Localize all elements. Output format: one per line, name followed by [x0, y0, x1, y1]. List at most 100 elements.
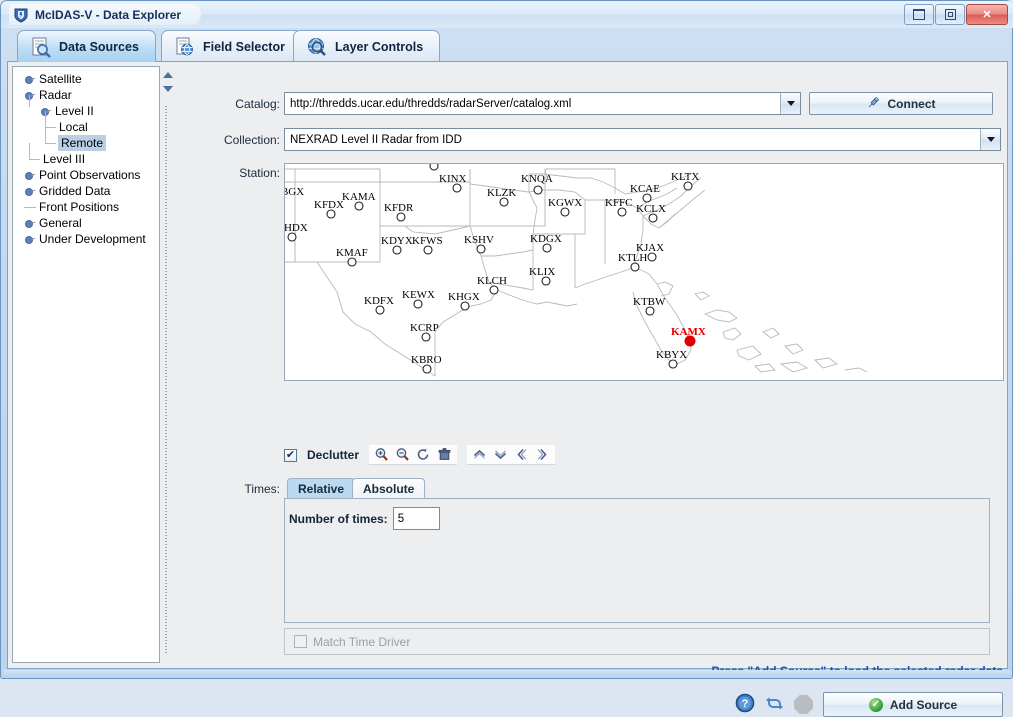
relative-times-body: Number of times: 5 — [284, 498, 990, 623]
station-label[interactable]: KCAE — [630, 183, 660, 195]
catalog-value[interactable]: http://thredds.ucar.edu/thredds/radarSer… — [285, 98, 780, 110]
zoom-out-icon[interactable] — [393, 446, 412, 464]
pan-down-icon[interactable] — [491, 446, 510, 464]
sidebar-item-level-iii[interactable]: Level III — [13, 143, 159, 167]
sidebar-item-remote[interactable]: Remote — [13, 127, 159, 151]
tab-data-sources[interactable]: Data Sources — [17, 30, 156, 62]
collection-value: NEXRAD Level II Radar from IDD — [290, 133, 462, 146]
station-label[interactable]: KBYX — [656, 349, 687, 361]
chevron-down-icon[interactable] — [980, 129, 1000, 150]
station-label[interactable]: KVNX — [416, 164, 448, 165]
minimize-button[interactable] — [904, 4, 934, 25]
station-label[interactable]: KDGX — [530, 233, 562, 245]
station-label[interactable]: KINX — [439, 173, 467, 185]
reset-zoom-icon[interactable] — [414, 446, 433, 464]
maximize-button[interactable] — [935, 4, 965, 25]
station-label[interactable]: KHDX — [285, 222, 308, 234]
sidebar-item-label: Under Development — [39, 232, 146, 246]
times-panel: Relative Absolute Number of times: 5 — [284, 478, 990, 623]
tree-line — [29, 95, 30, 107]
help-question-icon[interactable]: ? — [735, 693, 755, 716]
trash-icon[interactable] — [435, 446, 454, 464]
expand-toggle-icon[interactable] — [25, 218, 35, 228]
map-pan-toolbar — [467, 445, 556, 465]
pan-up-icon[interactable] — [470, 446, 489, 464]
sidebar-item-point-observations[interactable]: Point Observations — [13, 167, 159, 183]
station-label[interactable]: KLCH — [477, 275, 507, 287]
tree-line — [29, 159, 40, 160]
footer-actions: ? ✓ Add Source — [735, 692, 1003, 717]
station-label[interactable]: KBRO — [411, 354, 442, 366]
connect-button[interactable]: Connect — [809, 92, 993, 115]
station-label[interactable]: KLTX — [671, 171, 699, 183]
collection-combobox[interactable]: NEXRAD Level II Radar from IDD — [284, 128, 1001, 151]
pan-right-icon[interactable] — [533, 446, 552, 464]
declutter-checkbox[interactable]: ✔ — [284, 448, 297, 462]
refresh-icon[interactable] — [765, 694, 784, 716]
sidebar-item-general[interactable]: General — [13, 215, 159, 231]
split-pane-divider[interactable] — [162, 66, 173, 663]
station-label[interactable]: KMAF — [336, 247, 368, 259]
tree-line — [45, 127, 56, 128]
zoom-in-icon[interactable] — [372, 446, 391, 464]
sidebar-item-label: Radar — [39, 88, 72, 102]
sidebar-item-local[interactable]: Local — [13, 111, 159, 135]
map-canvas[interactable]: KVNX KINX KNQA KLZK KGWX KFFC KLTX KCAE KCLX KBGX… — [285, 164, 1003, 380]
sidebar-item-level-ii[interactable]: Level II — [13, 95, 159, 119]
station-label[interactable]: KAMA — [342, 191, 376, 203]
station-label[interactable]: KDFX — [364, 295, 394, 307]
number-of-times-input[interactable]: 5 — [392, 507, 440, 530]
match-time-driver-checkbox[interactable] — [294, 635, 307, 648]
expand-toggle-icon[interactable] — [25, 170, 35, 180]
mcidasv-logo-icon — [13, 7, 29, 23]
window-status-bar — [3, 670, 1010, 676]
sidebar-item-gridded-data[interactable]: Gridded Data — [13, 183, 159, 199]
station-label[interactable]: KDYX — [381, 235, 413, 247]
tab-label: Data Sources — [59, 39, 139, 54]
station-map[interactable]: KVNX KINX KNQA KLZK KGWX KFFC KLTX KCAE KCLX KBGX… — [284, 163, 1004, 381]
station-label[interactable]: KAMX — [671, 326, 706, 338]
tab-field-selector[interactable]: Field Selector — [161, 30, 302, 62]
declutter-label: Declutter — [307, 448, 360, 462]
station-label[interactable]: KCRP — [410, 322, 439, 334]
tab-layer-controls[interactable]: Layer Controls — [293, 30, 441, 62]
station-label[interactable]: KGWX — [548, 197, 582, 209]
tab-relative[interactable]: Relative — [287, 478, 356, 498]
station-label[interactable]: KFDR — [384, 202, 414, 214]
sidebar-item-under-development[interactable]: Under Development — [13, 231, 159, 247]
expand-toggle-icon[interactable] — [25, 186, 35, 196]
sidebar-item-label: Level III — [43, 152, 86, 166]
tree-line — [45, 127, 46, 143]
station-label[interactable]: KFDX — [314, 199, 344, 211]
station-label[interactable]: KCLX — [636, 203, 666, 215]
pan-left-icon[interactable] — [512, 446, 531, 464]
catalog-combobox[interactable]: http://thredds.ucar.edu/thredds/radarSer… — [284, 92, 801, 115]
station-label[interactable]: KBGX — [285, 186, 304, 198]
sidebar-item-label: Point Observations — [39, 168, 141, 182]
station-label[interactable]: KLZK — [487, 187, 516, 199]
divider-grip — [165, 106, 167, 654]
connect-label: Connect — [887, 96, 936, 111]
expand-toggle-icon[interactable] — [25, 234, 35, 244]
content-panel: Satellite Radar Level II Local Remote Le… — [7, 61, 1008, 717]
station-label[interactable]: KHGX — [448, 291, 480, 303]
station-label[interactable]: KEWX — [402, 289, 435, 301]
station-label[interactable]: KNQA — [521, 173, 553, 185]
station-label[interactable]: KSHV — [464, 234, 494, 246]
catalog-label: Catalog: — [235, 96, 280, 111]
collection-label: Collection: — [223, 132, 280, 147]
sidebar-item-front-positions[interactable]: Front Positions — [13, 199, 159, 215]
sidebar-item-satellite[interactable]: Satellite — [13, 71, 159, 87]
station-label[interactable]: KLIX — [529, 266, 555, 278]
tree-line — [24, 207, 36, 208]
station-label[interactable]: KJAX — [636, 242, 664, 254]
tab-absolute[interactable]: Absolute — [352, 478, 426, 498]
station-label[interactable]: KTBW — [633, 296, 666, 308]
chevron-down-icon[interactable] — [780, 93, 800, 114]
close-button[interactable]: ✕ — [966, 4, 1008, 25]
expand-toggle-icon[interactable] — [25, 74, 35, 84]
sidebar-item-radar[interactable]: Radar — [13, 87, 159, 103]
station-label[interactable]: KFWS — [412, 235, 443, 247]
station-label[interactable]: KFFC — [605, 197, 633, 209]
add-source-button[interactable]: ✓ Add Source — [823, 692, 1003, 717]
